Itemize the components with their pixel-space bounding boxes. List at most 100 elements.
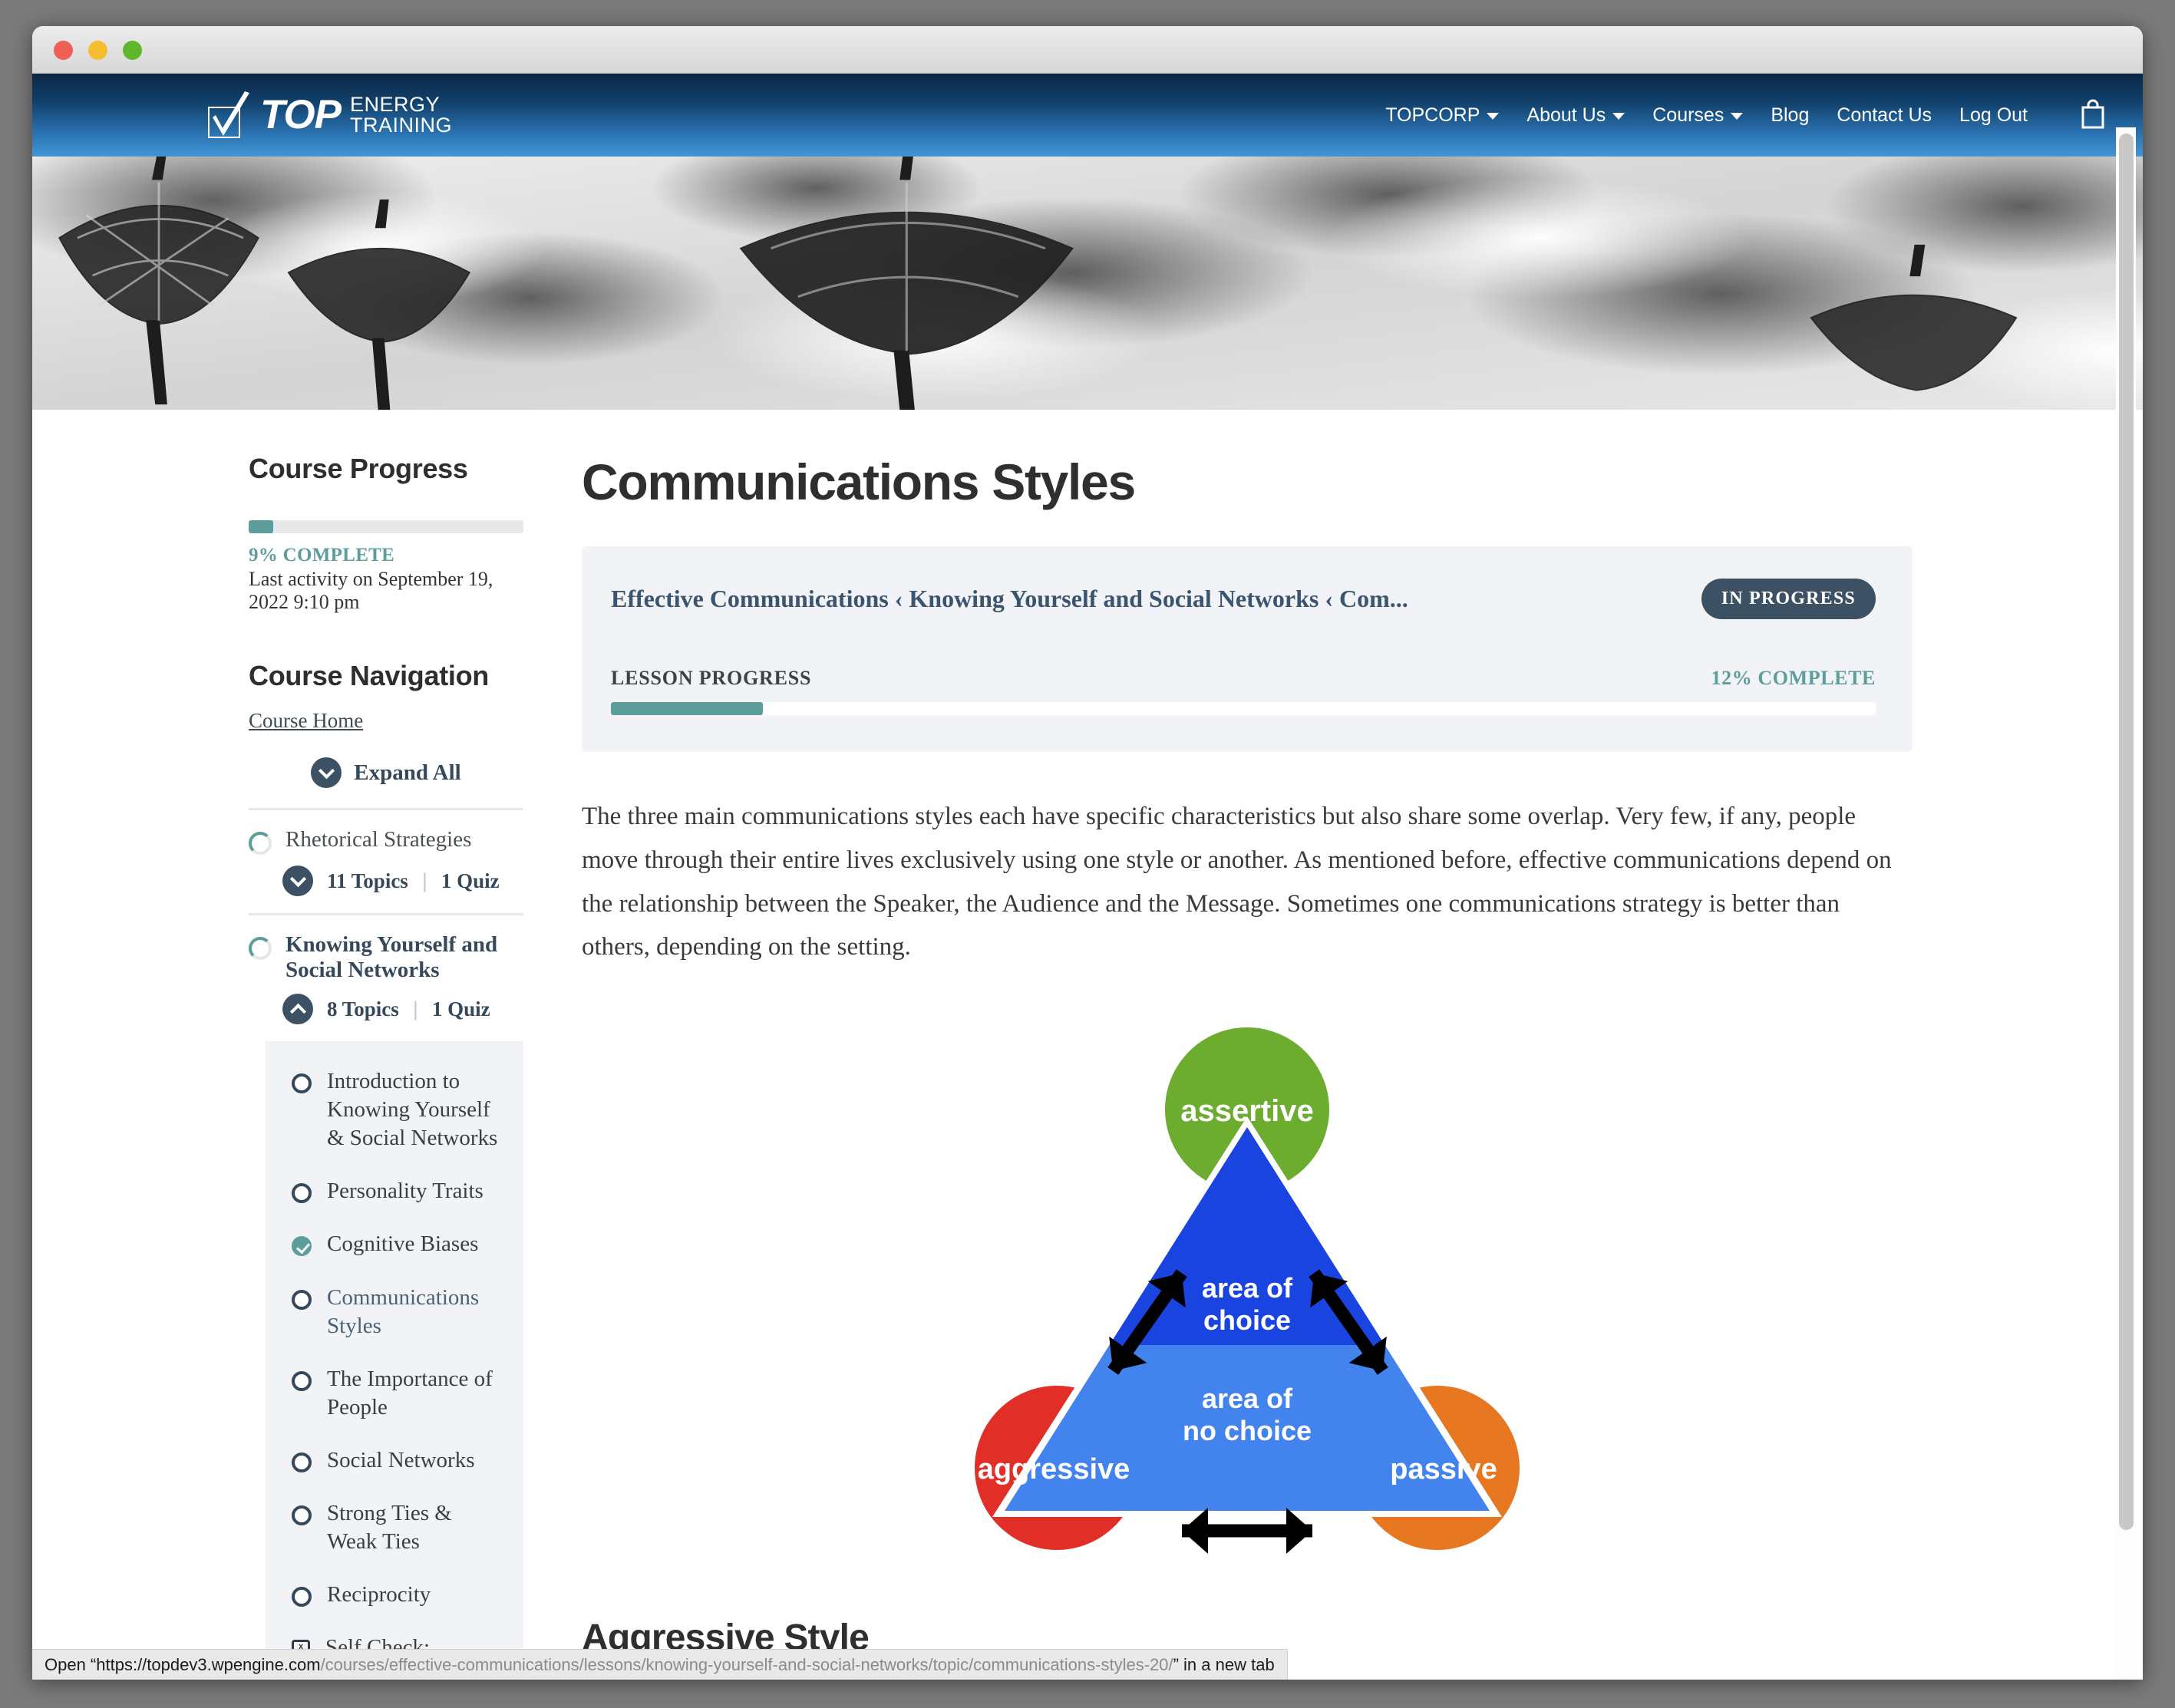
topic-item-social-networks[interactable]: Social Networks	[292, 1446, 500, 1475]
topic-label: Social Networks	[327, 1447, 475, 1472]
lesson-topics-count: 11 Topics	[327, 869, 408, 892]
status-bar-link-preview: Open “https://topdev3.wpengine.com/cours…	[32, 1649, 1288, 1680]
topic-item-communications-styles[interactable]: Communications Styles	[292, 1284, 500, 1340]
course-progress-heading: Course Progress	[249, 453, 468, 484]
browser-window: TOP ENERGY TRAINING TOPCORP About Us Cou…	[32, 26, 2143, 1680]
circle-outline-icon	[292, 1183, 312, 1204]
passive-label: passive	[1390, 1453, 1497, 1485]
logo-subtext-line2: TRAINING	[350, 114, 453, 137]
chevron-down-icon	[1487, 113, 1500, 120]
topic-label: Personality Traits	[327, 1179, 484, 1204]
lesson-progress-bar	[611, 702, 1876, 715]
chevron-down-circle-icon	[311, 757, 342, 788]
topic-item-cognitive-biases[interactable]: Cognitive Biases	[292, 1230, 500, 1258]
nav-label: Courses	[1652, 104, 1724, 126]
assertive-label: assertive	[1180, 1094, 1313, 1128]
window-titlebar	[32, 26, 2143, 74]
main-navigation: TOPCORP About Us Courses Blog Contact Us…	[1385, 98, 2112, 133]
shopping-bag-icon[interactable]	[2080, 98, 2106, 133]
circle-outline-icon	[292, 1370, 312, 1391]
topic-item-importance-of-people[interactable]: The Importance of People	[292, 1365, 500, 1422]
area-of-choice-label-2: choice	[1203, 1304, 1291, 1336]
chevron-up-circle-icon[interactable]	[282, 994, 313, 1024]
expand-all-label: Expand All	[354, 760, 461, 785]
status-badge: IN PROGRESS	[1701, 579, 1876, 619]
status-bar-suffix: ” in a new tab	[1173, 1654, 1275, 1674]
breadcrumb[interactable]: Effective Communications ‹ Knowing Yours…	[611, 585, 1408, 613]
lesson-group-rhetorical-strategies: Rhetorical Strategies 11 Topics | 1 Quiz	[249, 810, 523, 896]
logo-wordmark: TOP	[260, 91, 342, 137]
course-home-link[interactable]: Course Home	[249, 709, 363, 733]
page-title: Communications Styles	[582, 453, 1136, 510]
nav-label: TOPCORP	[1385, 104, 1480, 126]
close-window-button[interactable]	[54, 41, 73, 60]
nav-item-contact-us[interactable]: Contact Us	[1837, 104, 1932, 127]
chevron-down-circle-icon[interactable]	[282, 866, 313, 896]
meta-divider: |	[412, 997, 418, 1021]
nav-label: About Us	[1526, 104, 1606, 126]
minimize-window-button[interactable]	[88, 41, 107, 60]
scrollbar-thumb[interactable]	[2119, 134, 2134, 1530]
progress-ring-icon	[249, 937, 272, 960]
circle-outline-icon	[292, 1289, 312, 1310]
area-of-choice-label: area of	[1202, 1272, 1293, 1304]
breadcrumb-row: Effective Communications ‹ Knowing Yours…	[611, 579, 1876, 619]
lesson-meta[interactable]: 8 Topics | 1 Quiz	[282, 994, 523, 1024]
desktop-background: TOP ENERGY TRAINING TOPCORP About Us Cou…	[0, 0, 2175, 1708]
area-of-no-choice-label-2: no choice	[1183, 1415, 1312, 1446]
communication-styles-diagram-wrapper: assertive aggressive passive area of cho…	[582, 1015, 1913, 1575]
site-header: TOP ENERGY TRAINING TOPCORP About Us Cou…	[32, 74, 2143, 157]
logo-subtext: ENERGY TRAINING	[350, 94, 452, 136]
nav-item-courses[interactable]: Courses	[1652, 104, 1744, 127]
status-bar-prefix: Open “	[45, 1654, 97, 1674]
page-viewport: TOP ENERGY TRAINING TOPCORP About Us Cou…	[32, 74, 2143, 1680]
topic-item-reciprocity[interactable]: Reciprocity	[292, 1581, 500, 1609]
hero-banner-image	[32, 157, 2143, 410]
circle-outline-icon	[292, 1505, 312, 1526]
communication-styles-diagram: assertive aggressive passive area of cho…	[975, 1027, 1520, 1554]
window-controls	[54, 41, 142, 60]
course-navigation-heading: Course Navigation	[249, 660, 489, 691]
circle-outline-icon	[292, 1587, 312, 1607]
chevron-down-icon	[1612, 113, 1625, 120]
nav-item-log-out[interactable]: Log Out	[1959, 104, 2028, 127]
nav-item-about-us[interactable]: About Us	[1526, 104, 1625, 127]
chevron-down-icon	[1731, 113, 1744, 120]
topic-label: Introduction to Knowing Yourself & Socia…	[327, 1069, 498, 1151]
lesson-quiz-count: 1 Quiz	[431, 997, 490, 1021]
site-logo[interactable]: TOP ENERGY TRAINING	[205, 91, 452, 139]
lesson-header[interactable]: Rhetorical Strategies	[249, 827, 523, 855]
topic-item-introduction[interactable]: Introduction to Knowing Yourself & Socia…	[292, 1067, 500, 1152]
topic-label: Cognitive Biases	[327, 1232, 479, 1257]
course-sidebar: Course Progress 9% COMPLETE Last activit…	[32, 453, 569, 1680]
topic-item-personality-traits[interactable]: Personality Traits	[292, 1177, 500, 1205]
status-bar-path: /courses/effective-communications/lesson…	[320, 1654, 1173, 1674]
zoom-window-button[interactable]	[123, 41, 142, 60]
lesson-body-paragraph: The three main communications styles eac…	[582, 803, 1892, 961]
lesson-progress-label: LESSON PROGRESS	[611, 667, 812, 689]
lesson-meta[interactable]: 11 Topics | 1 Quiz	[282, 866, 523, 896]
nav-item-blog[interactable]: Blog	[1771, 104, 1809, 127]
topic-label: The Importance of People	[327, 1366, 493, 1419]
lesson-progress-card: Effective Communications ‹ Knowing Yours…	[582, 546, 1913, 752]
nav-item-topcorp[interactable]: TOPCORP	[1385, 104, 1500, 127]
progress-ring-icon	[249, 832, 272, 855]
vertical-scrollbar[interactable]	[2116, 127, 2136, 1680]
lesson-main-column: Communications Styles Effective Communic…	[569, 453, 2143, 1680]
area-of-no-choice-label: area of	[1202, 1383, 1293, 1414]
lesson-header[interactable]: Knowing Yourself and Social Networks	[249, 932, 523, 983]
lesson-progress-bar-fill	[611, 702, 763, 715]
course-progress-bar	[249, 520, 523, 533]
lesson-progress-percent-label: 12% COMPLETE	[1711, 667, 1876, 689]
circle-outline-icon	[292, 1452, 312, 1472]
topic-list: Introduction to Knowing Yourself & Socia…	[266, 1041, 523, 1680]
expand-all-button[interactable]: Expand All	[249, 757, 523, 810]
checkbox-check-icon	[205, 91, 254, 139]
lesson-title: Rhetorical Strategies	[285, 827, 472, 852]
topic-item-strong-weak-ties[interactable]: Strong Ties & Weak Ties	[292, 1499, 500, 1556]
circle-check-icon	[292, 1236, 312, 1257]
meta-divider: |	[421, 869, 427, 892]
aggressive-label: aggressive	[978, 1453, 1130, 1485]
page-content: Course Progress 9% COMPLETE Last activit…	[32, 410, 2143, 1680]
topic-label: Reciprocity	[327, 1582, 431, 1607]
